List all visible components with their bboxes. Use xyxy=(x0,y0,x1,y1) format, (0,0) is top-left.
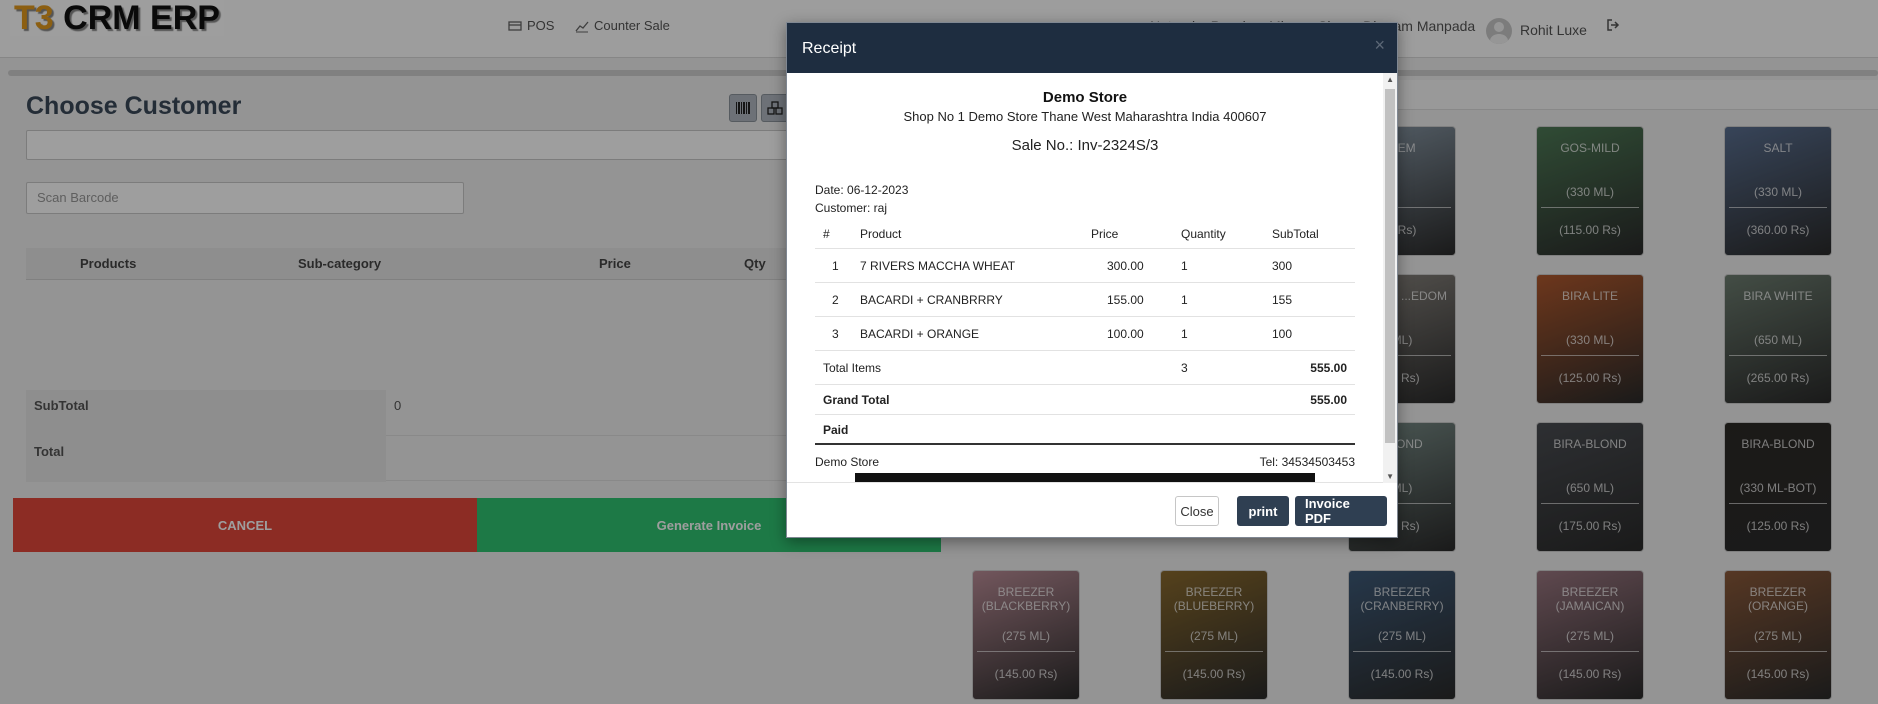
item-no: 3 xyxy=(832,327,839,341)
receipt-sale-no: Sale No.: Inv-2324S/3 xyxy=(1011,137,1159,154)
print-button[interactable]: print xyxy=(1237,496,1289,526)
modal-scrollbar[interactable]: ▲ ▼ xyxy=(1383,73,1397,483)
rcol-quantity: Quantity xyxy=(1181,227,1226,241)
scroll-up-arrow-icon[interactable]: ▲ xyxy=(1386,75,1394,84)
close-icon[interactable]: × xyxy=(1374,35,1385,56)
invoice-pdf-button[interactable]: Invoice PDF xyxy=(1295,496,1387,526)
item-subtotal: 100 xyxy=(1272,327,1293,341)
item-qty: 1 xyxy=(1181,327,1188,341)
scrollbar-thumb[interactable] xyxy=(1385,89,1395,443)
item-subtotal: 155 xyxy=(1272,293,1293,307)
paid-row: Paid xyxy=(815,415,1355,445)
item-product: 7 RIVERS MACCHA WHEAT xyxy=(860,259,1016,273)
total-items-amount: 555.00 xyxy=(1310,361,1347,375)
modal-header: Receipt × xyxy=(787,23,1397,73)
total-items-row: Total Items 3 555.00 xyxy=(815,351,1355,385)
rcol-no: # xyxy=(823,227,830,241)
item-price: 100.00 xyxy=(1107,327,1144,341)
item-product: BACARDI + ORANGE xyxy=(860,327,980,341)
paid-label: Paid xyxy=(823,423,849,437)
receipt-modal: Receipt × Demo Store Shop No 1 Demo Stor… xyxy=(786,22,1398,538)
receipt-item-row: 1 7 RIVERS MACCHA WHEAT 300.00 1 300 xyxy=(815,249,1355,283)
grand-total-amount: 555.00 xyxy=(1310,393,1347,407)
item-qty: 1 xyxy=(1181,259,1188,273)
receipt-store-name: Demo Store xyxy=(1042,89,1128,106)
grand-total-label: Grand Total xyxy=(823,393,890,407)
item-price: 300.00 xyxy=(1107,259,1144,273)
total-items-qty: 3 xyxy=(1181,361,1188,375)
scroll-down-arrow-icon[interactable]: ▼ xyxy=(1386,472,1394,481)
item-no: 1 xyxy=(832,259,839,273)
receipt-table-header: # Product Price Quantity SubTotal xyxy=(815,219,1355,249)
item-no: 2 xyxy=(832,293,839,307)
modal-title: Receipt xyxy=(802,40,857,57)
rcol-subtotal: SubTotal xyxy=(1272,227,1319,241)
receipt-address: Shop No 1 Demo Store Thane West Maharash… xyxy=(903,109,1267,124)
item-product: BACARDI + CRANBRRRY xyxy=(860,293,1003,307)
receipt-item-row: 2 BACARDI + CRANBRRRY 155.00 1 155 xyxy=(815,283,1355,317)
receipt-customer: Customer: raj xyxy=(815,201,888,215)
receipt-date: Date: 06-12-2023 xyxy=(815,183,909,197)
receipt-footer-tel: Tel: 34534503453 xyxy=(1259,455,1355,469)
grand-total-row: Grand Total 555.00 xyxy=(815,385,1355,415)
item-qty: 1 xyxy=(1181,293,1188,307)
rcol-price: Price xyxy=(1091,227,1119,241)
rcol-product: Product xyxy=(860,227,902,241)
modal-footer: Close print Invoice PDF xyxy=(787,483,1397,539)
receipt-footer-store: Demo Store xyxy=(815,455,880,469)
receipt-divider xyxy=(815,443,1355,445)
receipt-item-row: 3 BACARDI + ORANGE 100.00 1 100 xyxy=(815,317,1355,351)
item-subtotal: 300 xyxy=(1272,259,1293,273)
receipt-thank-you-banner xyxy=(855,473,1315,482)
item-price: 155.00 xyxy=(1107,293,1144,307)
close-button[interactable]: Close xyxy=(1175,496,1219,526)
total-items-label: Total Items xyxy=(823,361,882,375)
modal-body[interactable]: Demo Store Shop No 1 Demo Store Thane We… xyxy=(787,73,1397,483)
